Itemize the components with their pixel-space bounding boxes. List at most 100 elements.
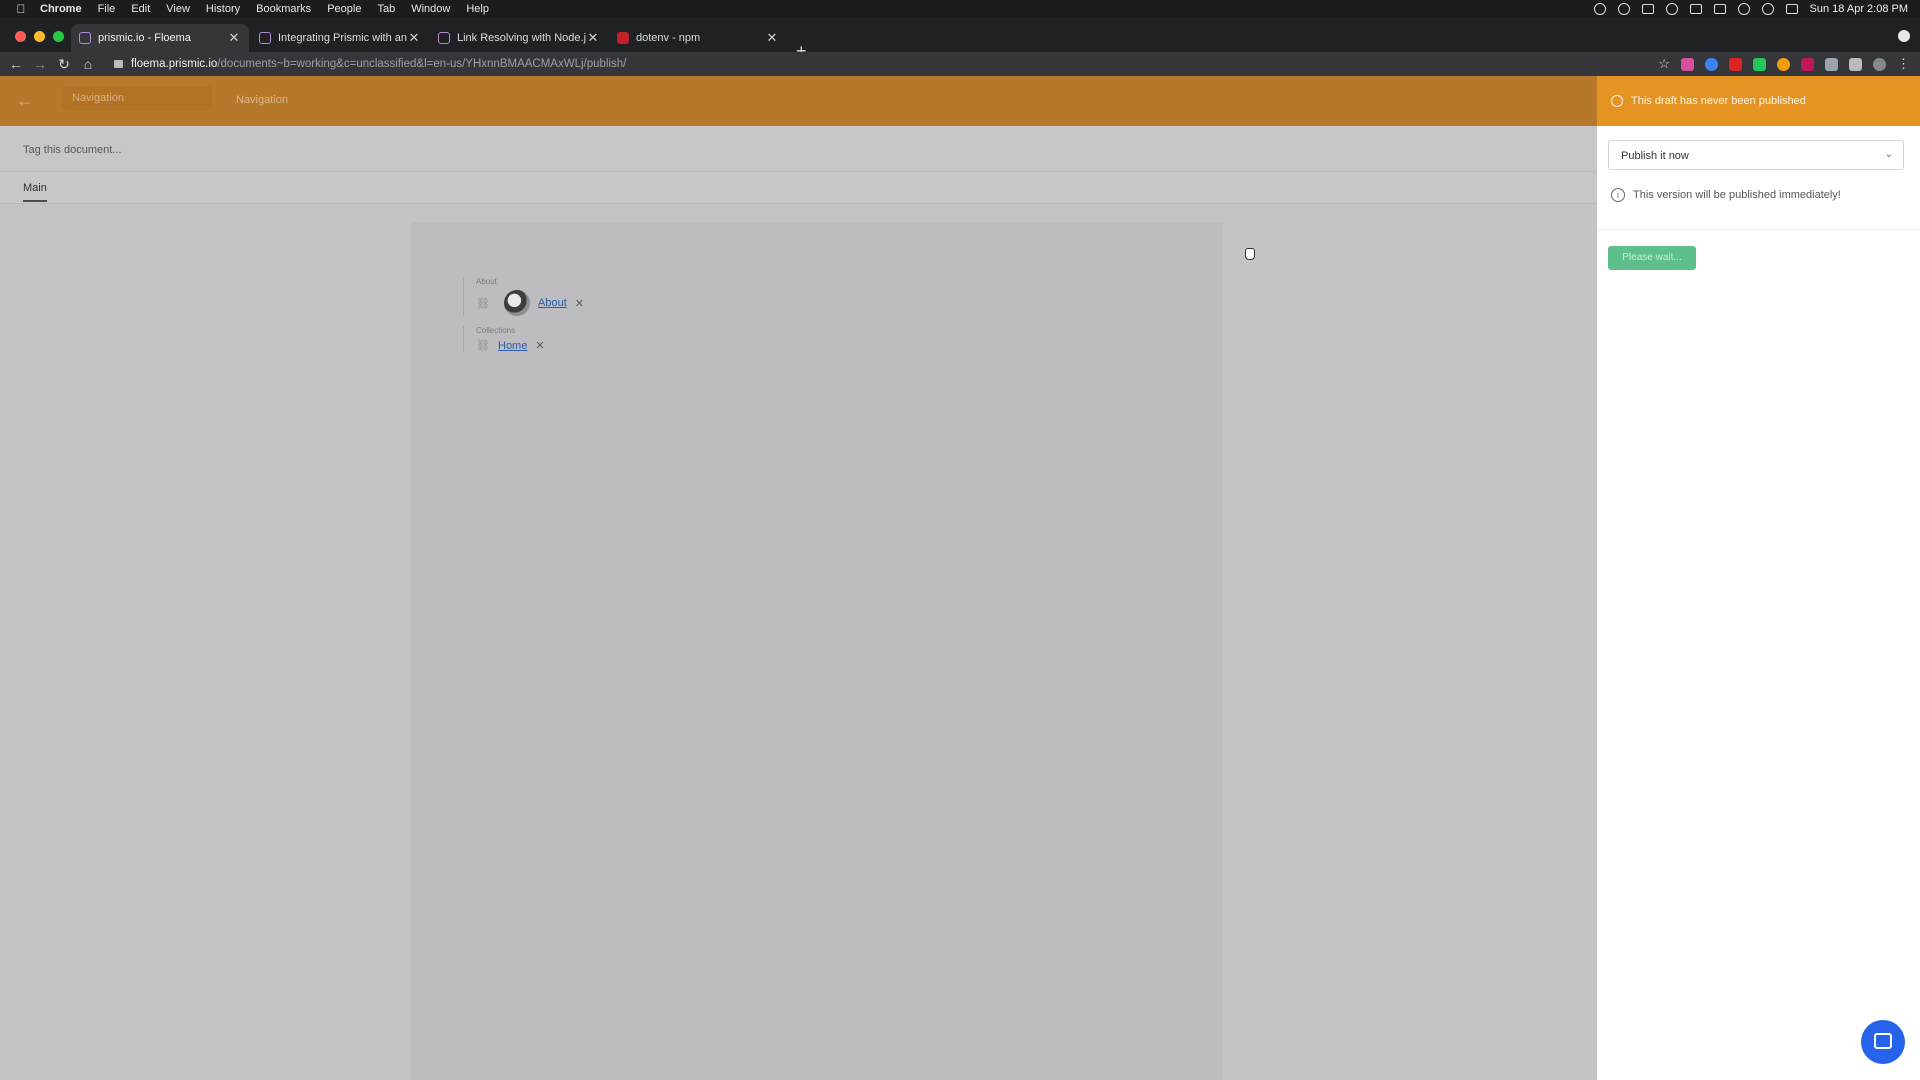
link-icon: ⛓	[476, 340, 490, 352]
extensions-area: ☆ ⋮	[1658, 56, 1910, 72]
tab-dotenv-npm[interactable]: dotenv - npm ✕	[609, 24, 787, 52]
prismic-favicon-icon	[259, 32, 271, 44]
shield-icon[interactable]	[1825, 57, 1838, 71]
document-card: About ⛓ About ✕ Collections ⛓ Home ✕	[411, 222, 1223, 1080]
menu-window[interactable]: Window	[403, 0, 458, 18]
document-header: ← Navigation Navigation	[0, 76, 1597, 126]
battery-icon[interactable]	[1713, 4, 1726, 14]
chevron-down-icon: ⌄	[1884, 149, 1893, 160]
url-path: /documents~b=working&c=unclassified&l=en…	[217, 58, 627, 70]
menu-help[interactable]: Help	[458, 0, 497, 18]
record-icon[interactable]	[1593, 3, 1606, 15]
lock-icon[interactable]	[114, 60, 123, 68]
browser-tab-strip: prismic.io - Floema ✕ Integrating Prismi…	[0, 18, 1920, 60]
thumbnail-image	[504, 290, 530, 316]
close-tab-icon[interactable]: ✕	[227, 30, 241, 46]
publish-info-text: This version will be published immediate…	[1633, 189, 1841, 201]
spotlight-icon[interactable]	[1761, 3, 1774, 15]
kebab-menu-icon[interactable]: ⋮	[1897, 56, 1910, 72]
apple-icon[interactable]: 	[10, 2, 32, 16]
close-tab-icon[interactable]: ✕	[765, 30, 779, 46]
menu-bookmarks[interactable]: Bookmarks	[248, 0, 319, 18]
prismic-favicon-icon	[438, 32, 450, 44]
publish-mode-value: Publish it now	[1621, 150, 1689, 162]
puzzle-icon[interactable]	[1849, 57, 1862, 71]
menu-app-name[interactable]: Chrome	[32, 0, 90, 18]
menu-file[interactable]: File	[90, 0, 124, 18]
wifi-icon[interactable]	[1737, 3, 1750, 15]
cloud-icon[interactable]	[1641, 4, 1654, 14]
home-icon[interactable]: ⌂	[76, 56, 100, 72]
chat-launcher-button[interactable]	[1861, 1020, 1905, 1064]
extension-icon[interactable]	[1705, 57, 1718, 71]
control-center-icon[interactable]	[1785, 4, 1798, 14]
npm-favicon-icon	[617, 32, 629, 44]
password-icon[interactable]	[1665, 3, 1678, 15]
tab-main[interactable]: Main	[23, 182, 47, 202]
menu-history[interactable]: History	[198, 0, 248, 18]
publish-panel: This draft has never been published Publ…	[1597, 76, 1920, 1080]
editor-canvas: About ⛓ About ✕ Collections ⛓ Home ✕	[0, 205, 1597, 1080]
home-link[interactable]: Home	[498, 340, 527, 352]
extension-icon[interactable]	[1729, 57, 1742, 71]
group-label: Collections	[476, 326, 516, 335]
sync-icon[interactable]	[1617, 3, 1630, 15]
browser-toolbar: ← → ↻ ⌂ floema.prismic.io /documents~b=w…	[0, 52, 1920, 76]
close-window-button[interactable]	[15, 31, 26, 42]
menu-edit[interactable]: Edit	[123, 0, 158, 18]
publish-button[interactable]: Please wait...	[1608, 246, 1696, 270]
publish-mode-select[interactable]: Publish it now ⌄	[1608, 140, 1904, 170]
chat-icon	[1874, 1033, 1892, 1049]
about-link[interactable]: About	[538, 297, 567, 309]
prismic-favicon-icon	[79, 32, 91, 44]
address-bar[interactable]: floema.prismic.io /documents~b=working&c…	[106, 53, 1666, 75]
extension-icon[interactable]	[1753, 57, 1766, 71]
avatar[interactable]	[1873, 57, 1886, 71]
remove-link-icon[interactable]: ✕	[535, 339, 544, 352]
bookmark-star-icon[interactable]: ☆	[1658, 56, 1670, 72]
about-link-group: About ⛓ About ✕	[463, 277, 584, 316]
back-icon[interactable]: ←	[4, 56, 28, 72]
remove-link-icon[interactable]: ✕	[575, 297, 584, 310]
tab-link-resolving[interactable]: Link Resolving with Node.js - P ✕	[430, 24, 608, 52]
status-icons: Sun 18 Apr 2:08 PM	[1593, 3, 1920, 15]
close-tab-icon[interactable]: ✕	[586, 30, 600, 46]
tab-search-icon[interactable]	[1898, 30, 1910, 42]
window-controls	[15, 31, 64, 42]
menu-people[interactable]: People	[319, 0, 369, 18]
menu-view[interactable]: View	[158, 0, 198, 18]
extension-icon[interactable]	[1681, 57, 1694, 71]
tab-prismic-floema[interactable]: prismic.io - Floema ✕	[71, 24, 249, 52]
zoom-window-button[interactable]	[53, 31, 64, 42]
publish-info: i This version will be published immedia…	[1611, 188, 1841, 202]
forward-icon[interactable]: →	[28, 56, 52, 72]
menubar-clock[interactable]: Sun 18 Apr 2:08 PM	[1810, 3, 1908, 15]
tab-title: Link Resolving with Node.js - P	[457, 32, 586, 44]
close-tab-icon[interactable]: ✕	[407, 30, 421, 46]
tab-integrating-prismic[interactable]: Integrating Prismic with an ex ✕	[251, 24, 429, 52]
document-title-input[interactable]: Navigation	[62, 86, 212, 110]
tag-input[interactable]: Tag this document...	[23, 144, 121, 156]
mouse-cursor-icon	[1245, 248, 1255, 260]
url-host: floema.prismic.io	[131, 58, 218, 70]
divider	[1597, 229, 1920, 230]
info-icon: i	[1611, 188, 1625, 202]
menu-tab[interactable]: Tab	[369, 0, 403, 18]
extension-icon[interactable]	[1777, 57, 1790, 71]
custom-type-label: Navigation	[236, 94, 288, 106]
tab-title: Integrating Prismic with an ex	[278, 32, 407, 44]
reload-icon[interactable]: ↻	[52, 56, 76, 73]
document-tabs: Main	[0, 172, 1597, 204]
group-label: About	[476, 277, 497, 286]
back-arrow-icon[interactable]: ←	[16, 90, 34, 111]
link-icon: ⛓	[476, 297, 490, 310]
tab-title: prismic.io - Floema	[98, 32, 191, 44]
publish-status-text: This draft has never been published	[1631, 95, 1806, 107]
upload-icon[interactable]	[1689, 4, 1702, 14]
history-icon	[1611, 95, 1623, 107]
minimize-window-button[interactable]	[34, 31, 45, 42]
publish-status-bar: This draft has never been published	[1597, 76, 1920, 126]
extension-icon[interactable]	[1801, 57, 1814, 71]
macos-menubar:  Chrome File Edit View History Bookmark…	[0, 0, 1920, 18]
collections-link-group: Collections ⛓ Home ✕	[463, 326, 545, 352]
